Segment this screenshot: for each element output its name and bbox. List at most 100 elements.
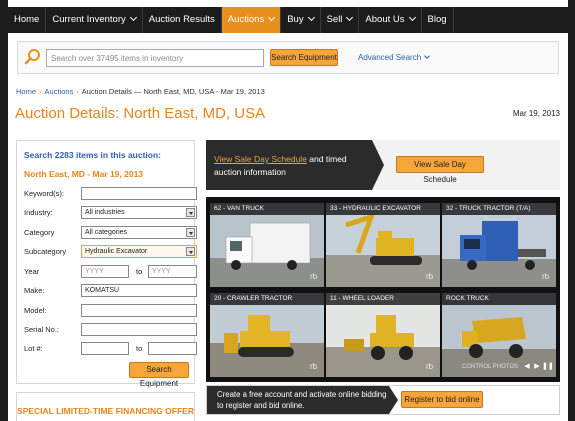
pause-photo-icon[interactable]: ❚❚ xyxy=(542,362,554,372)
gallery-tile-rock-truck[interactable]: ROCK TRUCK CONTROL PHOTOS ◀ ▶ ❚❚ xyxy=(442,293,556,377)
category-value: All categories xyxy=(85,229,128,236)
nav-label: Blog xyxy=(427,14,447,25)
chevron-down-icon xyxy=(129,13,137,22)
svg-text:rb: rb xyxy=(426,272,434,281)
register-box: Create a free account and activate onlin… xyxy=(206,385,560,415)
register-arrow xyxy=(389,386,398,414)
subcategory-row: Subcategory Hydraulic Excavator xyxy=(24,245,197,258)
nav-label: Sell xyxy=(326,14,343,25)
view-schedule-button[interactable]: View Sale Day Schedule xyxy=(396,156,484,184)
category-select[interactable]: All categories xyxy=(81,226,197,239)
photo-gallery: 62 - VAN TRUCK rb 33 - HYDRAULIC EXCAVAT… xyxy=(206,197,560,382)
nav-auctions[interactable]: Auctions xyxy=(221,7,282,33)
schedule-link[interactable]: View Sale Day Schedule xyxy=(214,154,307,164)
advanced-search-link[interactable]: Advanced Search xyxy=(358,53,430,62)
year-to-input[interactable]: YYYY xyxy=(148,265,197,278)
model-row: Model: xyxy=(24,304,197,317)
serial-row: Serial No.: xyxy=(24,323,197,336)
tile-caption: 62 - VAN TRUCK xyxy=(210,203,324,215)
subcategory-label: Subcategory xyxy=(24,247,67,256)
prev-photo-icon[interactable]: ◀ xyxy=(522,362,532,372)
lot-to-input[interactable] xyxy=(148,342,197,355)
gallery-controls: CONTROL PHOTOS ◀ ▶ ❚❚ xyxy=(461,361,554,373)
year-to-label: to xyxy=(136,267,143,276)
keywords-label: Keyword(s): xyxy=(24,189,65,198)
keywords-input[interactable] xyxy=(81,187,197,200)
nav-current-inventory[interactable]: Current Inventory xyxy=(46,7,143,33)
lot-label: Lot #: xyxy=(24,344,43,353)
model-input[interactable] xyxy=(81,304,197,317)
gallery-tile-truck-tractor[interactable]: 32 - TRUCK TRACTOR (T/A) rb xyxy=(442,203,556,287)
banner-arrow xyxy=(372,140,384,190)
search-input[interactable] xyxy=(46,49,264,67)
svg-text:rb: rb xyxy=(310,272,318,281)
breadcrumb-home[interactable]: Home xyxy=(16,87,36,96)
page: Home Current Inventory Auction Results A… xyxy=(8,0,568,421)
nav-label: Auction Results xyxy=(148,14,215,25)
nav-label: Buy xyxy=(287,14,304,25)
tile-caption: 32 - TRUCK TRACTOR (T/A) xyxy=(442,203,556,215)
gallery-tile-crawler-tractor[interactable]: 20 - CRAWLER TRACTOR rb xyxy=(210,293,324,377)
next-photo-icon[interactable]: ▶ xyxy=(532,362,542,372)
breadcrumb-separator: › xyxy=(76,87,79,96)
filter-search-button[interactable]: Search Equipment xyxy=(129,362,189,388)
nav-auction-results[interactable]: Auction Results xyxy=(143,7,222,33)
nav-buy[interactable]: Buy xyxy=(281,7,321,33)
dropdown-arrow-icon xyxy=(186,228,195,237)
tile-caption: 11 - WHEEL LOADER xyxy=(326,293,440,305)
gallery-tile-hydraulic-excavator[interactable]: 33 - HYDRAULIC EXCAVATOR rb xyxy=(326,203,440,287)
gallery-tile-van-truck[interactable]: 62 - VAN TRUCK rb xyxy=(210,203,324,287)
nav-about-us[interactable]: About Us xyxy=(359,7,422,33)
model-label: Model: xyxy=(24,306,47,315)
chevron-down-icon xyxy=(346,13,354,22)
semi-truck-photo-icon: rb xyxy=(442,203,556,287)
gallery-tile-wheel-loader[interactable]: 11 - WHEEL LOADER rb xyxy=(326,293,440,377)
industry-value: All industries xyxy=(85,209,125,216)
industry-label: Industry: xyxy=(24,208,53,217)
search-icon xyxy=(24,49,40,65)
lot-row: Lot #: to xyxy=(24,342,197,355)
nav-home[interactable]: Home xyxy=(8,7,47,33)
promo-text: SPECIAL LIMITED-TIME FINANCING OFFER xyxy=(17,406,194,416)
subcategory-value: Hydraulic Excavator xyxy=(85,248,148,255)
breadcrumb-separator: › xyxy=(39,87,42,96)
wheel-loader-photo-icon: rb xyxy=(326,293,440,377)
nav-sell[interactable]: Sell xyxy=(321,7,360,33)
nav-label: Current Inventory xyxy=(52,14,126,25)
chevron-down-icon xyxy=(424,53,430,59)
chevron-down-icon xyxy=(268,13,276,22)
serial-label: Serial No.: xyxy=(24,325,60,334)
dropdown-arrow-icon xyxy=(186,208,195,217)
category-row: Category All categories xyxy=(24,226,197,239)
register-to-bid-button[interactable]: Register to bid online xyxy=(401,391,483,408)
breadcrumb-auctions[interactable]: Auctions xyxy=(45,87,74,96)
lot-to-label: to xyxy=(136,344,143,353)
nav-label: Home xyxy=(14,14,40,25)
search-bar: Search Equipment Advanced Search xyxy=(17,41,559,74)
subcategory-select[interactable]: Hydraulic Excavator xyxy=(81,245,197,258)
industry-select[interactable]: All industries xyxy=(81,206,197,219)
bulldozer-photo-icon: rb xyxy=(210,293,324,377)
banner-text: View Sale Day Schedule and timed auction… xyxy=(214,153,374,179)
year-row: Year YYYY to YYYY xyxy=(24,265,197,278)
make-input[interactable]: KOMATSU xyxy=(81,284,197,297)
search-equipment-button[interactable]: Search Equipment xyxy=(270,49,338,66)
svg-text:rb: rb xyxy=(310,362,318,371)
breadcrumb-current: Auction Details — North East, MD, USA - … xyxy=(81,87,265,96)
svg-text:rb: rb xyxy=(542,272,550,281)
panel-subheading: North East, MD - Mar 19, 2013 xyxy=(24,169,144,179)
auction-search-panel: Search 2283 items in this auction: North… xyxy=(16,140,197,388)
keywords-row: Keyword(s): xyxy=(24,187,197,200)
controls-label: CONTROL PHOTOS xyxy=(461,364,518,370)
chevron-down-icon xyxy=(408,13,416,22)
chevron-down-icon xyxy=(307,13,315,22)
category-label: Category xyxy=(24,228,55,237)
page-title: Auction Details: North East, MD, USA xyxy=(15,105,266,122)
year-from-input[interactable]: YYYY xyxy=(81,265,129,278)
nav-blog[interactable]: Blog xyxy=(422,7,454,33)
financing-promo[interactable]: SPECIAL LIMITED-TIME FINANCING OFFER xyxy=(16,392,195,421)
lot-from-input[interactable] xyxy=(81,342,129,355)
register-text: Create a free account and activate onlin… xyxy=(217,390,387,410)
serial-input[interactable] xyxy=(81,323,197,336)
main-nav: Home Current Inventory Auction Results A… xyxy=(8,7,568,33)
